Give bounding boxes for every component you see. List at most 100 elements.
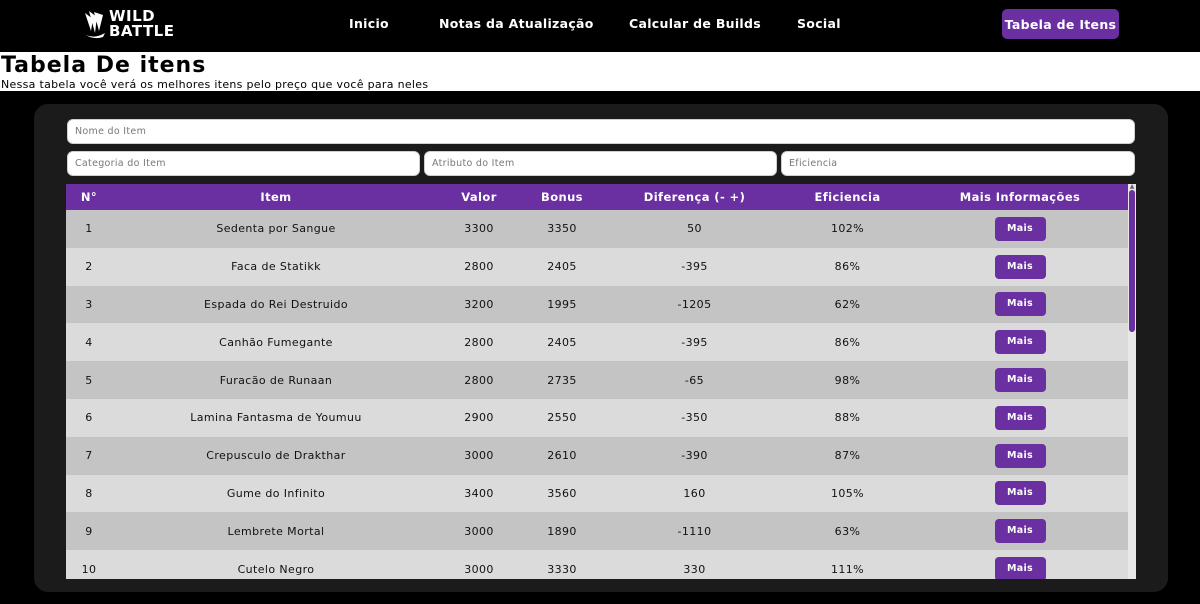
item-name-input[interactable] (67, 119, 1135, 144)
cell-action: Mais (912, 399, 1128, 437)
mais-button[interactable]: Mais (994, 405, 1046, 430)
cell-number: 2 (85, 260, 93, 274)
table-row: 5 Furacão de Runaan 2800 2735 -65 98% Ma… (66, 361, 1128, 399)
mais-button[interactable]: Mais (994, 330, 1046, 355)
cell-item: Faca de Statikk (231, 260, 321, 274)
cell-valor: 2800 (464, 260, 494, 274)
cell-number: 10 (81, 562, 97, 576)
nav-link-notas[interactable]: Notas da Atualização (439, 16, 594, 31)
cell-valor: 3000 (464, 449, 494, 463)
mais-button[interactable]: Mais (994, 292, 1046, 317)
cell-item: Canhão Fumegante (219, 335, 333, 349)
col-header-mais-info: Mais Informações (959, 190, 1081, 204)
cell-item: Sedenta por Sangue (216, 222, 336, 236)
cell-action: Mais (912, 361, 1128, 399)
item-attribute-input[interactable] (424, 151, 777, 176)
cell-item: Lamina Fantasma de Youmuu (190, 411, 362, 425)
cell-eficiencia: 86% (834, 260, 861, 274)
brand-logo[interactable]: WILD BATTLE (83, 8, 193, 42)
cell-action: Mais (912, 286, 1128, 324)
cell-bonus: 2610 (547, 449, 577, 463)
nav-link-social[interactable]: Social (797, 16, 841, 31)
cell-action: Mais (912, 323, 1128, 361)
cell-item: Furacão de Runaan (219, 373, 333, 387)
cell-valor: 2800 (464, 373, 494, 387)
mais-button[interactable]: Mais (994, 216, 1046, 241)
cell-number: 9 (85, 524, 93, 538)
cell-eficiencia: 86% (834, 335, 861, 349)
nav-link-inicio[interactable]: Inicio (349, 16, 389, 31)
mais-button[interactable]: Mais (994, 557, 1046, 579)
cell-eficiencia: 63% (834, 524, 861, 538)
cell-bonus: 3350 (547, 222, 577, 236)
col-header-eficiencia: Eficiencia (814, 190, 881, 204)
page-title: Tabela De itens (1, 53, 207, 78)
navbar: WILD BATTLE Inicio Notas da Atualização … (0, 0, 1200, 52)
page-subtitle: Nessa tabela você verá os melhores itens… (1, 78, 429, 91)
mais-button[interactable]: Mais (994, 254, 1046, 279)
cell-diferenca: -65 (684, 373, 705, 387)
item-category-input[interactable] (67, 151, 420, 176)
cell-eficiencia: 98% (834, 373, 861, 387)
table-row: 3 Espada do Rei Destruido 3200 1995 -120… (66, 285, 1128, 324)
mais-button[interactable]: Mais (994, 481, 1046, 506)
cell-bonus: 3560 (547, 486, 577, 500)
cell-valor: 3300 (464, 222, 494, 236)
table-header-row: N° Item Valor Bonus Diferença (- +) Efic… (66, 184, 1128, 210)
cell-eficiencia: 102% (830, 222, 865, 236)
cell-bonus: 2405 (547, 335, 577, 349)
cell-diferenca: -1110 (677, 524, 712, 538)
cell-action: Mais (912, 512, 1128, 550)
cell-action: Mais (912, 210, 1128, 248)
items-table-container: N° Item Valor Bonus Diferença (- +) Efic… (66, 184, 1136, 579)
cell-diferenca: 50 (687, 222, 702, 236)
items-table: N° Item Valor Bonus Diferença (- +) Efic… (66, 184, 1128, 579)
cell-valor: 3400 (464, 486, 494, 500)
cell-action: Mais (912, 437, 1128, 475)
cell-diferenca: -1205 (677, 297, 712, 311)
cell-diferenca: -390 (681, 449, 708, 463)
cell-diferenca: -350 (681, 411, 708, 425)
cell-item: Espada do Rei Destruido (203, 297, 349, 311)
mais-button[interactable]: Mais (994, 443, 1046, 468)
cell-action: Mais (912, 475, 1128, 513)
cell-item: Gume do Infinito (226, 486, 326, 500)
cell-diferenca: -395 (681, 260, 708, 274)
cell-bonus: 1995 (547, 297, 577, 311)
cell-bonus: 1890 (547, 524, 577, 538)
nav-link-calcular[interactable]: Calcular de Builds (629, 16, 761, 31)
mais-button[interactable]: Mais (994, 519, 1046, 544)
nav-link-tabela-active[interactable]: Tabela de Itens (1002, 9, 1119, 39)
col-header-bonus: Bonus (541, 190, 583, 204)
page-header: Tabela De itens Nessa tabela você verá o… (0, 52, 1200, 91)
table-scrollbar[interactable]: ▲ (1128, 184, 1136, 579)
col-header-valor: Valor (461, 190, 497, 204)
cell-diferenca: 160 (683, 486, 706, 500)
table-row: 8 Gume do Infinito 3400 3560 160 105% Ma… (66, 474, 1128, 513)
cell-bonus: 3330 (547, 562, 577, 576)
cell-action: Mais (912, 550, 1128, 579)
cell-valor: 3000 (464, 524, 494, 538)
table-row: 10 Cutelo Negro 3000 3330 330 111% Mais (66, 550, 1128, 579)
cell-item: Cutelo Negro (237, 562, 315, 576)
mais-button[interactable]: Mais (994, 368, 1046, 393)
table-row: 6 Lamina Fantasma de Youmuu 2900 2550 -3… (66, 398, 1128, 437)
claw-logo-icon (85, 11, 105, 39)
cell-valor: 3200 (464, 297, 494, 311)
table-row: 1 Sedenta por Sangue 3300 3350 50 102% M… (66, 210, 1128, 248)
cell-number: 4 (85, 335, 93, 349)
cell-diferenca: -395 (681, 335, 708, 349)
table-row: 7 Crepusculo de Drakthar 3000 2610 -390 … (66, 436, 1128, 475)
cell-eficiencia: 87% (834, 449, 861, 463)
cell-valor: 2800 (464, 335, 494, 349)
cell-number: 6 (85, 411, 93, 425)
cell-diferenca: 330 (683, 562, 706, 576)
cell-valor: 3000 (464, 562, 494, 576)
scrollbar-thumb[interactable] (1129, 190, 1135, 332)
col-header-diferenca: Diferença (- +) (643, 190, 746, 204)
efficiency-input[interactable] (781, 151, 1135, 176)
cell-number: 7 (85, 449, 93, 463)
cell-number: 8 (85, 486, 93, 500)
cell-number: 1 (85, 222, 93, 236)
cell-eficiencia: 105% (830, 486, 865, 500)
